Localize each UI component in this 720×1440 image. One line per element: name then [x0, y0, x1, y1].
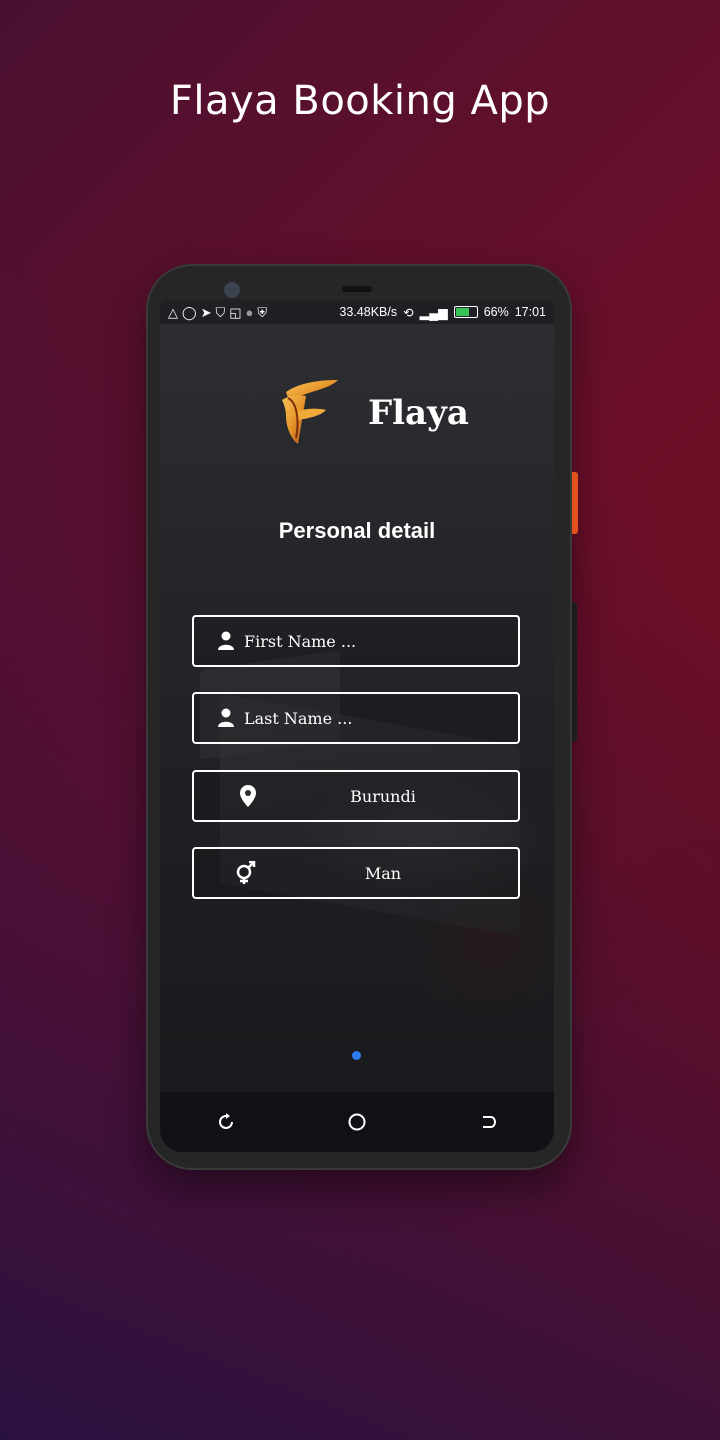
front-camera — [224, 282, 240, 298]
flaya-logo-icon — [282, 380, 338, 444]
app-header: Flaya — [276, 378, 469, 448]
recent-apps-button[interactable] — [212, 1108, 240, 1136]
shirt-icon: ⛉ — [215, 304, 226, 320]
clock: 17:01 — [514, 305, 546, 319]
power-button — [572, 472, 578, 534]
status-bar: △ ◯ ➤ ⛉ ◱ ● ⛨ 33.48KB/s ⟲ ▂▄▆ 66% 17:01 — [160, 300, 554, 324]
signal-icon: ▂▄▆ — [419, 305, 448, 320]
battery-percent: 66% — [483, 305, 509, 319]
page-indicator-dot — [352, 1051, 361, 1060]
screen-icon: ◱ — [229, 304, 242, 320]
rotate-icon: ⟲ — [403, 305, 414, 320]
circle-icon: ● — [245, 304, 254, 320]
home-button[interactable] — [343, 1108, 371, 1136]
telegram-icon: ➤ — [200, 304, 212, 320]
last-name-placeholder: Last Name ... — [244, 709, 353, 728]
gender-value: Man — [364, 864, 402, 883]
earpiece — [342, 286, 372, 292]
first-name-placeholder: First Name ... — [244, 632, 357, 651]
system-status: 33.48KB/s ⟲ ▂▄▆ 66% 17:01 — [339, 305, 546, 320]
network-speed: 33.48KB/s — [339, 305, 398, 319]
navigation-bar — [160, 1092, 554, 1152]
phone-screen: △ ◯ ➤ ⛉ ◱ ● ⛨ 33.48KB/s ⟲ ▂▄▆ 66% 17:01 — [160, 300, 554, 1152]
country-value: Burundi — [350, 787, 416, 806]
gender-select[interactable]: Man — [192, 847, 520, 899]
notification-icons: △ ◯ ➤ ⛉ ◱ ● ⛨ — [168, 306, 267, 319]
volume-button — [572, 602, 577, 742]
battery-icon — [453, 306, 478, 318]
brand-name: Flaya — [368, 393, 469, 433]
user-icon — [214, 706, 238, 730]
section-title: Personal detail — [278, 518, 436, 543]
first-name-field[interactable]: First Name ... — [192, 615, 520, 667]
promo-title: Flaya Booking App — [169, 78, 551, 124]
country-select[interactable]: Burundi — [192, 770, 520, 822]
whatsapp-icon: ◯ — [182, 304, 197, 320]
user-icon — [214, 629, 238, 653]
last-name-field[interactable]: Last Name ... — [192, 692, 520, 744]
warning-icon: △ — [168, 304, 178, 320]
back-button[interactable] — [474, 1108, 502, 1136]
shield-icon: ⛨ — [257, 304, 268, 320]
